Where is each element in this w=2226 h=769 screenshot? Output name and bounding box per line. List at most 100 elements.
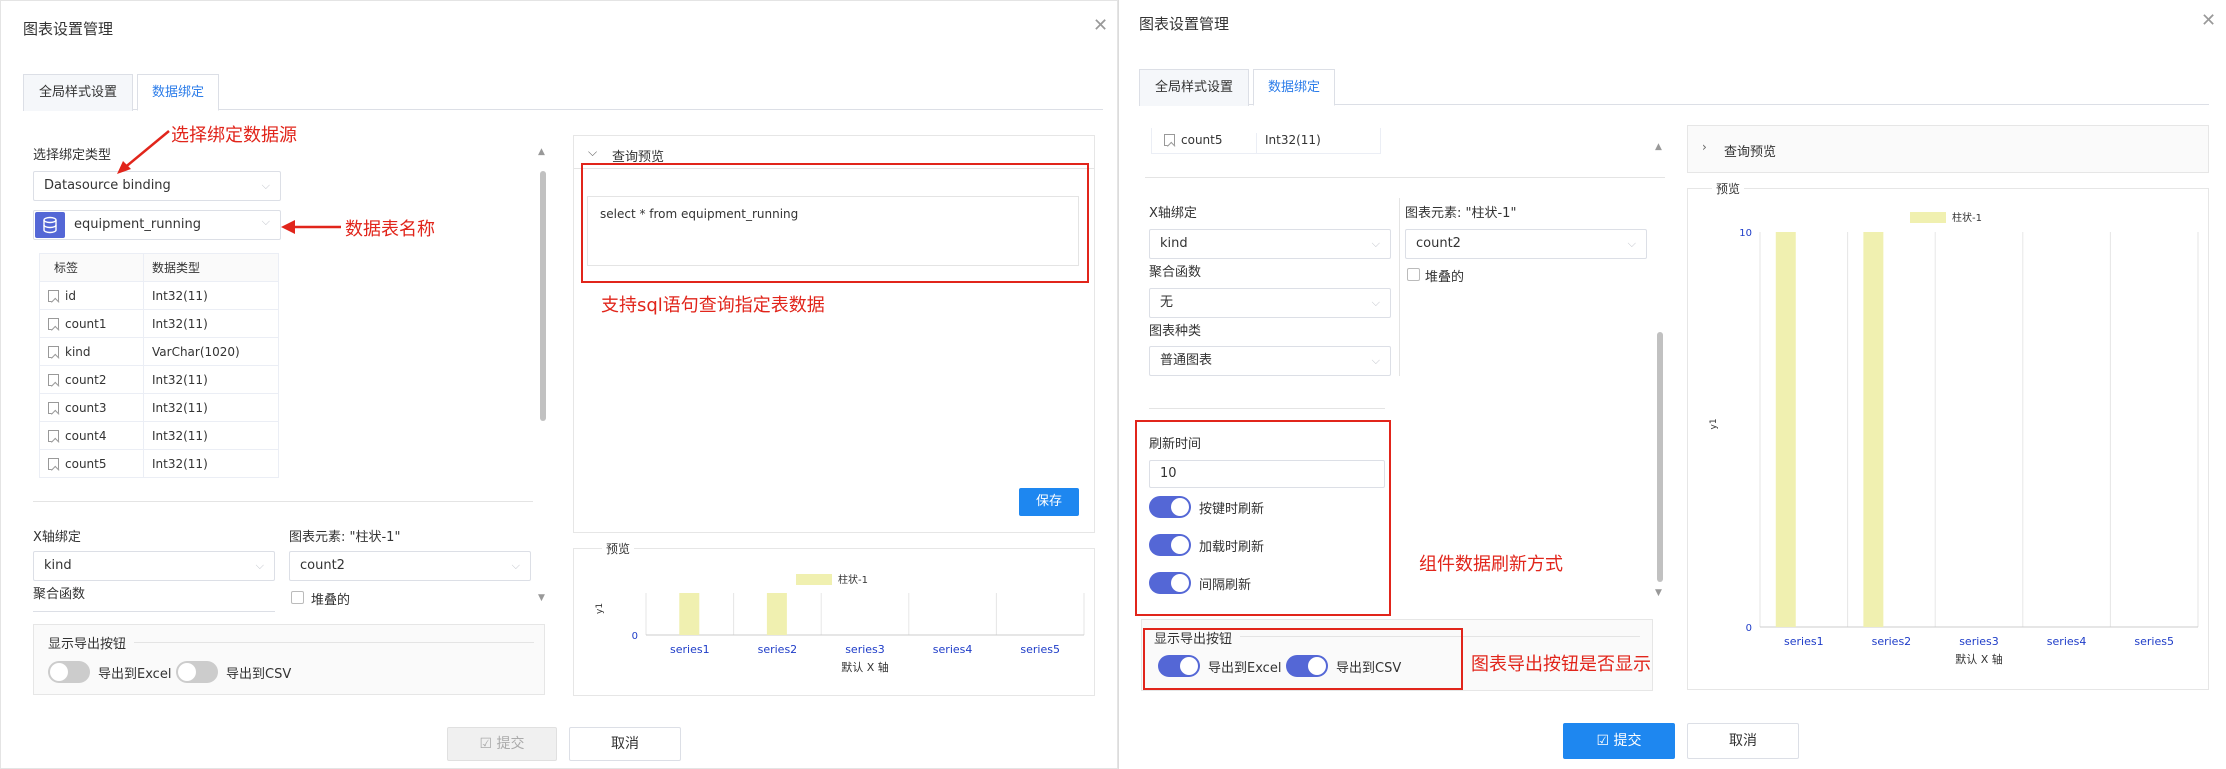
export-excel-toggle[interactable]: [48, 661, 90, 683]
stacked-checkbox[interactable]: [291, 591, 304, 604]
x-tick-label: series3: [1959, 635, 1999, 648]
arrow-icon: [281, 220, 341, 234]
chevron-down-icon: ⌵: [511, 559, 520, 572]
x-axis-value: kind: [1160, 236, 1188, 251]
stacked-checkbox[interactable]: [1407, 268, 1420, 281]
bar: [1775, 232, 1796, 627]
chevron-down-icon[interactable]: ⌵: [588, 145, 597, 160]
field-type: Int32(11): [143, 309, 279, 338]
export-csv-toggle[interactable]: [176, 661, 218, 683]
bookmark-icon: [48, 289, 59, 302]
element-value: count2: [300, 558, 345, 573]
bookmark-icon: [48, 345, 59, 358]
bar: [766, 593, 787, 635]
element-select[interactable]: count2 ⌵: [289, 551, 531, 581]
field-name: count2: [65, 372, 107, 387]
table-row[interactable]: kind VarChar(1020): [39, 337, 279, 366]
cancel-button[interactable]: 取消: [1687, 723, 1799, 759]
x-tick-label: series2: [758, 643, 798, 656]
submit-label: 提交: [496, 736, 525, 752]
highlight-box: [581, 163, 1089, 283]
tab-bar: 全局样式设置 数据绑定: [1139, 69, 2209, 106]
agg-select[interactable]: 无 ⌵: [1149, 288, 1391, 318]
preview-chart: 柱状-1 y1 0 series1 series2 series3 series4 serie…: [595, 573, 1085, 674]
chevron-right-icon[interactable]: ›: [1702, 140, 1707, 154]
field-name: count5: [1181, 133, 1223, 147]
scroll-up-icon[interactable]: ▲: [1655, 142, 1662, 152]
highlight-box: [1143, 628, 1463, 690]
divider: [33, 501, 533, 502]
header-type: 数据类型: [143, 253, 279, 282]
x-axis-label: 默认 X 轴: [841, 660, 889, 674]
table-row[interactable]: count2 Int32(11): [39, 365, 279, 394]
stacked-label: 堆叠的: [1425, 270, 1465, 285]
export-csv-label: 导出到CSV: [226, 667, 292, 682]
legend-swatch: [796, 574, 832, 585]
tab-global-style[interactable]: 全局样式设置: [23, 74, 133, 111]
table-select[interactable]: equipment_running ⌵: [33, 210, 281, 240]
x-tick-label: series5: [1020, 643, 1060, 656]
scroll-thumb[interactable]: [1657, 332, 1663, 582]
table-row[interactable]: count4 Int32(11): [39, 421, 279, 450]
x-axis-select[interactable]: kind ⌵: [1149, 229, 1391, 259]
x-axis-label: X轴绑定: [33, 530, 81, 545]
x-tick-label: series4: [933, 643, 973, 656]
x-tick-label: series5: [2134, 635, 2174, 648]
field-type: VarChar(1020): [143, 337, 279, 366]
chart-kind-value: 普通图表: [1160, 353, 1213, 368]
x-tick-label: series1: [670, 643, 710, 656]
table-row[interactable]: count5 Int32(11): [39, 449, 279, 478]
chart-kind-label: 图表种类: [1149, 324, 1202, 339]
right-dialog: 图表设置管理 ✕ 全局样式设置 数据绑定 count5 Int32(11) X轴…: [1118, 0, 2226, 769]
close-icon[interactable]: ✕: [2201, 12, 2216, 30]
chevron-down-icon: ⌵: [1371, 296, 1380, 309]
field-name: id: [65, 288, 76, 303]
tab-global-style[interactable]: 全局样式设置: [1139, 69, 1249, 106]
bookmark-icon: [48, 373, 59, 386]
cancel-button[interactable]: 取消: [569, 727, 681, 761]
chart-kind-select[interactable]: 普通图表 ⌵: [1149, 346, 1391, 376]
table-row[interactable]: id Int32(11): [39, 281, 279, 310]
submit-button[interactable]: ☑ 提交: [1563, 723, 1675, 759]
chevron-down-icon: ⌵: [261, 215, 270, 228]
bookmark-icon: [48, 429, 59, 442]
scrollbar[interactable]: ▲ ▼: [1655, 142, 1665, 602]
element-select[interactable]: count2 ⌵: [1405, 229, 1647, 259]
annotation-refresh: 组件数据刷新方式: [1419, 554, 1563, 575]
table-row[interactable]: count5 Int32(11): [1151, 128, 1381, 154]
preview-panel: 预览 柱状-1 y1 0 series1 series2 series3 series4 se…: [573, 540, 1095, 696]
legend-label: 柱状-1: [838, 573, 868, 586]
chevron-down-icon: ⌵: [1371, 354, 1380, 367]
divider: [1145, 177, 1665, 178]
annotation-sql: 支持sql语句查询指定表数据: [601, 295, 825, 316]
table-row[interactable]: count1 Int32(11): [39, 309, 279, 338]
close-icon[interactable]: ✕: [1093, 17, 1108, 35]
element-label: 图表元素: "柱状-1": [1405, 206, 1517, 221]
scrollbar[interactable]: ▲ ▼: [538, 147, 548, 607]
save-button[interactable]: 保存: [1019, 488, 1079, 516]
x-axis-select[interactable]: kind ⌵: [33, 551, 275, 581]
tab-data-binding[interactable]: 数据绑定: [1253, 69, 1335, 106]
bind-type-value: Datasource binding: [44, 178, 171, 193]
scroll-down-icon[interactable]: ▼: [538, 593, 545, 603]
export-label: 显示导出按钮: [48, 637, 127, 652]
left-dialog: 图表设置管理 ✕ 全局样式设置 数据绑定 选择绑定类型 Datasource b…: [0, 0, 1118, 769]
x-axis-label: 默认 X 轴: [1955, 652, 2003, 666]
chevron-down-icon: ⌵: [261, 179, 270, 192]
divider: [1149, 408, 1385, 409]
field-type: Int32(11): [143, 365, 279, 394]
divider: [134, 642, 534, 643]
tab-data-binding[interactable]: 数据绑定: [137, 74, 219, 111]
query-preview-panel[interactable]: › 查询预览: [1687, 125, 2209, 173]
tab-bar: 全局样式设置 数据绑定: [23, 74, 1103, 111]
scroll-down-icon[interactable]: ▼: [1655, 588, 1662, 598]
table-row[interactable]: count3 Int32(11): [39, 393, 279, 422]
x-tick-label: series3: [845, 643, 885, 656]
submit-button[interactable]: ☑ 提交: [447, 727, 557, 761]
x-tick-label: series2: [1872, 635, 1912, 648]
divider: [1399, 198, 1400, 376]
scroll-thumb[interactable]: [540, 171, 546, 421]
legend-label: 柱状-1: [1952, 211, 1982, 224]
scroll-up-icon[interactable]: ▲: [538, 147, 545, 157]
preview-panel: 预览 柱状-1 y1 10 0 series1 series2 series3 series4…: [1687, 180, 2209, 690]
